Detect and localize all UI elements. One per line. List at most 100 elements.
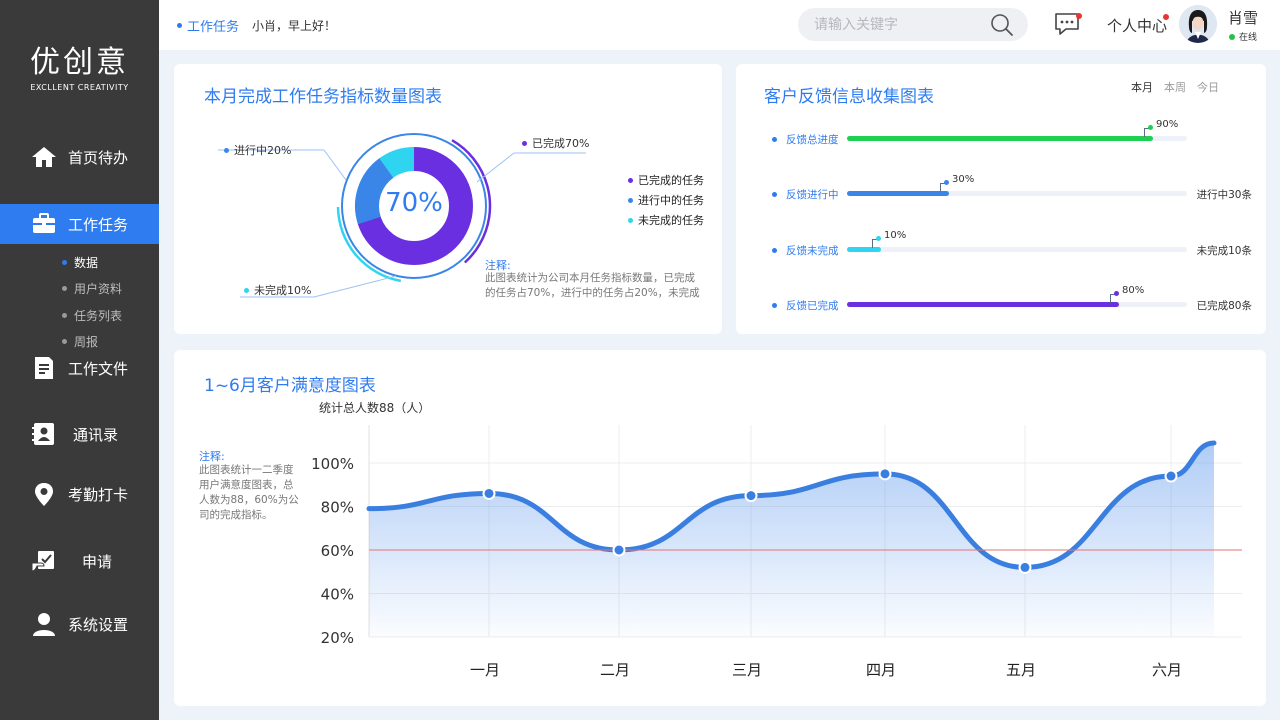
label-text: 进行中20%: [234, 144, 292, 157]
user-status: 在线: [1229, 30, 1257, 43]
search-icon[interactable]: [990, 13, 1014, 37]
legend-swatch: [628, 217, 633, 223]
progress-track: 10%: [847, 230, 1187, 252]
breadcrumb-label: 工作任务: [187, 20, 240, 35]
bullet-icon: [177, 23, 182, 28]
nav-item-contacts[interactable]: 通讯录: [0, 414, 159, 454]
pie-label-in-progress: 进行中20%: [224, 142, 291, 158]
briefcase-icon: [33, 213, 55, 233]
y-tick-label: 20%: [321, 629, 354, 647]
personal-center-link[interactable]: 个人中心: [1107, 15, 1167, 36]
y-tick-label: 100%: [311, 455, 354, 473]
nav-label: 考勤打卡: [68, 485, 129, 504]
leader-line: [323, 149, 347, 181]
marker-dot: [1148, 125, 1153, 130]
progress-fill: [847, 191, 949, 196]
notification-dot: [1076, 13, 1082, 19]
feedback-label: 反馈已完成: [772, 298, 839, 313]
breadcrumb[interactable]: 工作任务: [177, 16, 239, 35]
bullet-icon: [62, 313, 67, 318]
progress-fill: [847, 136, 1153, 141]
marker-line: [940, 183, 941, 192]
legend-swatch: [628, 177, 633, 183]
x-tick-label: 一月: [470, 661, 500, 679]
home-icon: [32, 147, 56, 167]
label-text: 已完成70%: [532, 137, 590, 150]
y-tick-label: 60%: [321, 542, 354, 560]
user-name: 肖雪: [1228, 9, 1259, 27]
marker-line: [1110, 294, 1111, 303]
progress-fill: [847, 247, 881, 252]
bullet-icon: [62, 286, 67, 291]
data-point[interactable]: [1164, 469, 1178, 483]
location-pin-icon: [35, 483, 53, 506]
sub-item-data[interactable]: 数据: [62, 254, 98, 271]
avatar[interactable]: [1179, 5, 1217, 43]
nav-item-attendance[interactable]: 考勤打卡: [0, 474, 159, 514]
bullet-icon: [772, 192, 777, 197]
y-tick-label: 80%: [321, 499, 354, 517]
nav-item-home[interactable]: 首页待办: [0, 137, 159, 177]
nav-item-work-files[interactable]: 工作文件: [0, 348, 159, 388]
user-status-label: 在线: [1239, 33, 1258, 43]
progress-track: 80%: [847, 285, 1187, 307]
sidebar: 优创意 EXCLLENT CREATIVITY 首页待办 工作任务 数据 用户资…: [0, 0, 159, 720]
feedback-row: 反馈未完成 10% 未完成10条: [772, 230, 1252, 269]
notification-dot: [1163, 14, 1169, 20]
marker-dot: [1114, 291, 1119, 296]
feedback-count: 未完成10条: [1196, 245, 1252, 257]
marker-dot: [944, 180, 949, 185]
feedback-chart-card: 客户反馈信息收集图表 本月 本周 今日 反馈总进度 90% 反馈进行中 30% 进行中3…: [736, 64, 1266, 334]
document-icon: [35, 357, 53, 379]
feedback-count: 进行中30条: [1196, 189, 1252, 201]
legend-item-incomplete: 未完成的任务: [628, 212, 704, 228]
nav-item-application[interactable]: 申请: [0, 541, 159, 581]
search-input[interactable]: [814, 14, 984, 35]
data-point[interactable]: [744, 489, 758, 503]
area-fill: [369, 443, 1214, 637]
feedback-row: 反馈进行中 30% 进行中30条: [772, 174, 1252, 213]
bullet-icon: [772, 137, 777, 142]
progress-percent: 10%: [884, 230, 907, 241]
progress-percent: 90%: [1156, 119, 1179, 130]
pie-label-incomplete: 未完成10%: [244, 282, 311, 298]
application-icon: [31, 551, 54, 572]
nav-label: 工作文件: [68, 359, 129, 378]
task-chart-card: 本月完成工作任务指标数量图表 70% 进行中20% 已完成70% 未完成10% …: [174, 64, 722, 334]
online-status-icon: [1229, 33, 1235, 40]
label-text: 未完成10%: [254, 284, 312, 297]
feedback-label-text: 反馈已完成: [786, 300, 839, 312]
avatar-image: [1179, 5, 1217, 43]
legend-item-completed: 已完成的任务: [628, 172, 704, 188]
bullet-icon: [522, 140, 527, 146]
greeting: 小肖，早上好！: [252, 19, 337, 33]
x-tick-label: 二月: [600, 661, 630, 679]
data-point[interactable]: [482, 486, 496, 500]
data-point[interactable]: [878, 467, 892, 481]
period-tab-month[interactable]: 本月: [1131, 79, 1153, 95]
logo-subtitle: EXCLLENT CREATIVITY: [30, 83, 129, 92]
sub-item-user-profile[interactable]: 用户资料: [62, 280, 122, 297]
marker-line: [1144, 128, 1145, 137]
x-tick-label: 五月: [1006, 661, 1036, 679]
nav-item-work-tasks[interactable]: 工作任务: [0, 204, 159, 244]
period-tab-week[interactable]: 本周: [1164, 79, 1186, 95]
data-point[interactable]: [1018, 560, 1032, 574]
x-tick-label: 三月: [732, 661, 762, 679]
data-point[interactable]: [612, 543, 626, 557]
bullet-icon: [244, 287, 249, 293]
card-title: 客户反馈信息收集图表: [764, 87, 934, 107]
progress-percent: 30%: [952, 174, 975, 185]
nav-label: 首页待办: [68, 148, 129, 167]
legend-label: 已完成的任务: [638, 174, 704, 187]
bullet-icon: [772, 303, 777, 308]
nav-label: 申请: [82, 552, 113, 571]
satisfaction-chart-card: 1~6月客户满意度图表 统计总人数88（人） 注释: 此图表统计一二季度用户满意…: [174, 350, 1266, 706]
nav-label: 通讯录: [73, 425, 119, 444]
legend-label: 未完成的任务: [638, 214, 704, 227]
period-tab-today[interactable]: 今日: [1197, 79, 1219, 95]
marker-line: [872, 239, 873, 248]
nav-item-system-settings[interactable]: 系统设置: [0, 604, 159, 644]
feedback-row: 反馈总进度 90%: [772, 119, 1252, 158]
sub-item-task-list[interactable]: 任务列表: [62, 307, 122, 324]
